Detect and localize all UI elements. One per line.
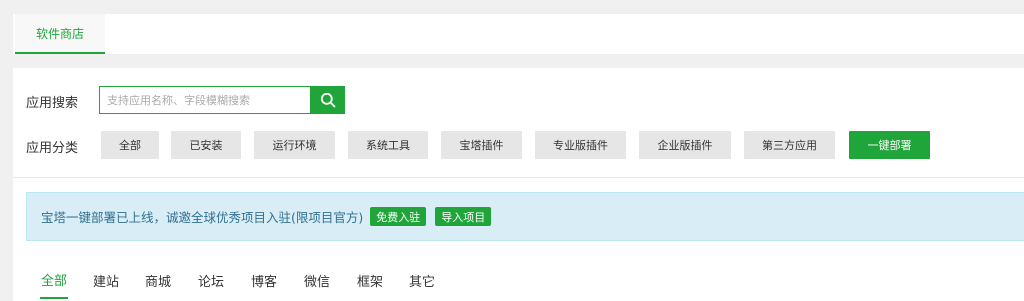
main-panel: 应用搜索 应用分类 全部 已安装 运行环境 系统工具 宝塔插件 专业版插件 企业… (13, 68, 1024, 301)
tab-software-store[interactable]: 软件商店 (15, 14, 105, 54)
type-tab-all[interactable]: 全部 (40, 261, 68, 299)
notice-banner: 宝塔一键部署已上线，诚邀全球优秀项目入驻(限项目官方) 免费入驻 导入项目 (26, 192, 1024, 241)
category-installed[interactable]: 已安装 (171, 131, 241, 159)
free-join-button[interactable]: 免费入驻 (370, 207, 427, 226)
category-enterprise-plugins[interactable]: 企业版插件 (639, 131, 731, 159)
search-label: 应用搜索 (26, 96, 79, 111)
type-tab-blog[interactable]: 博客 (250, 261, 278, 299)
notice-text: 宝塔一键部署已上线，诚邀全球优秀项目入驻(限项目官方) (41, 210, 364, 225)
type-tabs: 全部 建站 商城 论坛 博客 微信 框架 其它 (26, 261, 1024, 301)
search-icon (320, 92, 335, 108)
type-tab-forum[interactable]: 论坛 (197, 261, 225, 299)
type-tab-framework[interactable]: 框架 (356, 261, 384, 299)
top-tabbar: 软件商店 (13, 14, 1024, 54)
category-third-party[interactable]: 第三方应用 (744, 131, 835, 159)
category-pro-plugins[interactable]: 专业版插件 (535, 131, 626, 159)
type-tab-shop[interactable]: 商城 (144, 261, 172, 299)
category-all[interactable]: 全部 (101, 131, 159, 159)
search-button[interactable] (310, 86, 345, 114)
search-input[interactable] (99, 86, 310, 114)
import-project-button[interactable]: 导入项目 (435, 207, 492, 226)
category-bt-plugins[interactable]: 宝塔插件 (441, 131, 522, 159)
divider (13, 177, 1024, 178)
category-runtime[interactable]: 运行环境 (254, 131, 335, 159)
type-tab-wechat[interactable]: 微信 (303, 261, 331, 299)
category-one-click-deploy[interactable]: 一键部署 (849, 131, 930, 159)
type-tab-other[interactable]: 其它 (408, 261, 436, 299)
category-label: 应用分类 (26, 141, 79, 156)
search-box (99, 86, 345, 114)
type-tab-website[interactable]: 建站 (92, 261, 120, 299)
category-system-tools[interactable]: 系统工具 (348, 131, 428, 159)
